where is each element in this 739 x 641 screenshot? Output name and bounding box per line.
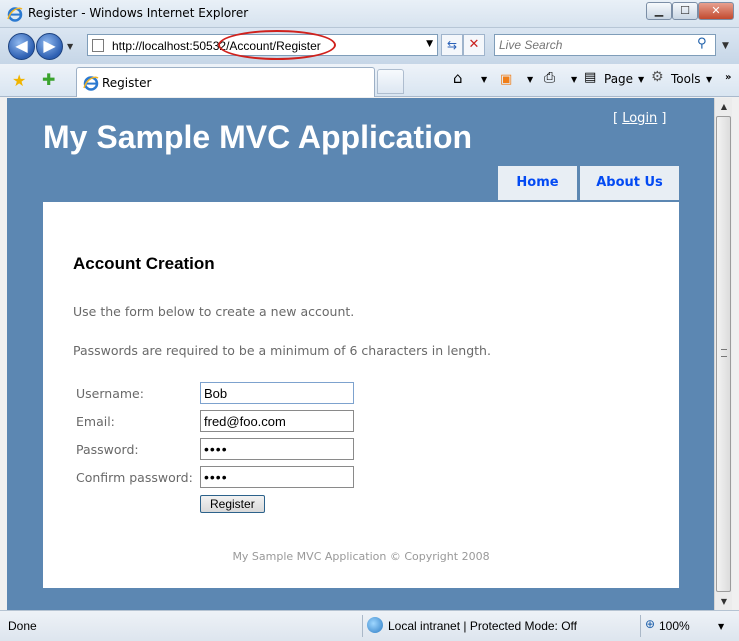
- register-button[interactable]: Register: [200, 495, 265, 513]
- confirm-password-field[interactable]: [200, 466, 354, 488]
- recent-pages-dropdown-icon[interactable]: ▼: [67, 42, 73, 51]
- add-favorites-icon[interactable]: ✚: [42, 70, 55, 89]
- internet-explorer-icon: [7, 7, 23, 22]
- internet-explorer-icon: [83, 76, 99, 91]
- feeds-dropdown-icon[interactable]: ▼: [527, 75, 533, 84]
- status-divider: [362, 615, 363, 637]
- home-dropdown-icon[interactable]: ▼: [481, 75, 487, 84]
- zoom-icon[interactable]: ⊕: [645, 617, 655, 631]
- email-field[interactable]: [200, 410, 354, 432]
- intranet-zone-icon: [367, 617, 383, 633]
- scroll-grip-icon: [721, 349, 727, 357]
- status-bar: Done Local intranet | Protected Mode: Of…: [0, 610, 739, 641]
- favorites-star-icon[interactable]: ★: [12, 71, 26, 90]
- tab-register[interactable]: Register: [76, 67, 375, 97]
- new-tab-button[interactable]: [377, 69, 404, 94]
- tab-label: Register: [102, 76, 152, 90]
- login-display: [ Login ]: [613, 111, 667, 126]
- print-icon[interactable]: ⎙: [544, 70, 555, 86]
- refresh-icon: ⇆: [446, 38, 458, 52]
- footer-text: My Sample MVC Application © Copyright 20…: [232, 550, 490, 563]
- page-menu-icon: ▤: [584, 70, 597, 85]
- scroll-up-arrow-icon[interactable]: ▲: [715, 98, 733, 115]
- refresh-button[interactable]: ⇆: [441, 34, 463, 56]
- maximize-button[interactable]: ☐: [672, 2, 698, 20]
- login-bracket-close: ]: [657, 111, 667, 126]
- main-content: Account Creation Use the form below to c…: [43, 202, 679, 588]
- search-dropdown-icon[interactable]: ▼: [722, 41, 729, 51]
- forward-arrow-icon: ▶: [43, 36, 56, 55]
- minimize-icon: ▁: [654, 4, 664, 17]
- scroll-thumb[interactable]: [716, 116, 731, 592]
- tools-menu-button[interactable]: Tools: [671, 72, 701, 86]
- search-input[interactable]: [499, 37, 689, 53]
- stop-icon: ✕: [468, 37, 480, 52]
- gear-icon: ⚙: [651, 69, 664, 85]
- vertical-scrollbar[interactable]: ▲ ▼: [714, 98, 732, 610]
- password-field[interactable]: [200, 438, 354, 460]
- intro-text: Use the form below to create a new accou…: [73, 304, 355, 319]
- search-icon[interactable]: ⚲: [697, 36, 707, 51]
- security-zone-text[interactable]: Local intranet | Protected Mode: Off: [388, 619, 577, 633]
- page-viewport: My Sample MVC Application [ Login ] Home…: [7, 98, 714, 610]
- feeds-icon[interactable]: ▣: [500, 72, 512, 87]
- confirm-password-label: Confirm password:: [76, 470, 193, 485]
- home-icon[interactable]: ⌂: [453, 69, 463, 87]
- status-text: Done: [8, 619, 37, 633]
- password-requirement-text: Passwords are required to be a minimum o…: [73, 343, 491, 358]
- forward-button[interactable]: ▶: [36, 33, 63, 60]
- zoom-dropdown-icon[interactable]: ▼: [718, 622, 724, 631]
- back-arrow-icon: ◀: [15, 36, 28, 55]
- stop-button[interactable]: ✕: [463, 34, 485, 56]
- navigation-bar: ◀ ▶ ▼ http://localhost:50532/Account/Reg…: [0, 28, 739, 64]
- close-button[interactable]: ✕: [698, 2, 734, 20]
- maximize-icon: ☐: [680, 4, 690, 17]
- search-box[interactable]: ⚲: [494, 34, 716, 56]
- window-title: Register - Windows Internet Explorer: [28, 6, 249, 20]
- page-heading: Account Creation: [73, 254, 215, 273]
- menu-home[interactable]: Home: [498, 166, 577, 200]
- username-label: Username:: [76, 386, 144, 401]
- page-dropdown-icon[interactable]: ▼: [638, 75, 644, 84]
- scroll-down-arrow-icon[interactable]: ▼: [715, 593, 733, 610]
- annotation-circle: [218, 30, 336, 60]
- print-dropdown-icon[interactable]: ▼: [571, 75, 577, 84]
- status-divider: [640, 615, 641, 637]
- close-icon: ✕: [711, 4, 721, 17]
- password-label: Password:: [76, 442, 139, 457]
- more-commands-chevron-icon[interactable]: »: [725, 72, 731, 83]
- tools-dropdown-icon[interactable]: ▼: [706, 75, 712, 84]
- email-label: Email:: [76, 414, 115, 429]
- site-title: My Sample MVC Application: [43, 119, 473, 155]
- username-field[interactable]: [200, 382, 354, 404]
- login-link[interactable]: Login: [622, 111, 657, 126]
- title-bar: Register - Windows Internet Explorer ▁ ☐…: [0, 0, 739, 28]
- menu-about-us[interactable]: About Us: [580, 166, 679, 200]
- command-bar: ★ ✚ Register ⌂ ▼ ▣ ▼ ⎙ ▼ ▤ Page ▼ ⚙ Tool…: [0, 64, 739, 97]
- minimize-button[interactable]: ▁: [646, 2, 672, 20]
- zoom-level[interactable]: 100%: [659, 619, 690, 633]
- login-bracket-open: [: [613, 111, 623, 126]
- back-button[interactable]: ◀: [8, 33, 35, 60]
- page-menu-button[interactable]: Page: [604, 72, 633, 86]
- address-dropdown-icon[interactable]: ▼: [426, 39, 433, 49]
- page-icon: [92, 39, 104, 52]
